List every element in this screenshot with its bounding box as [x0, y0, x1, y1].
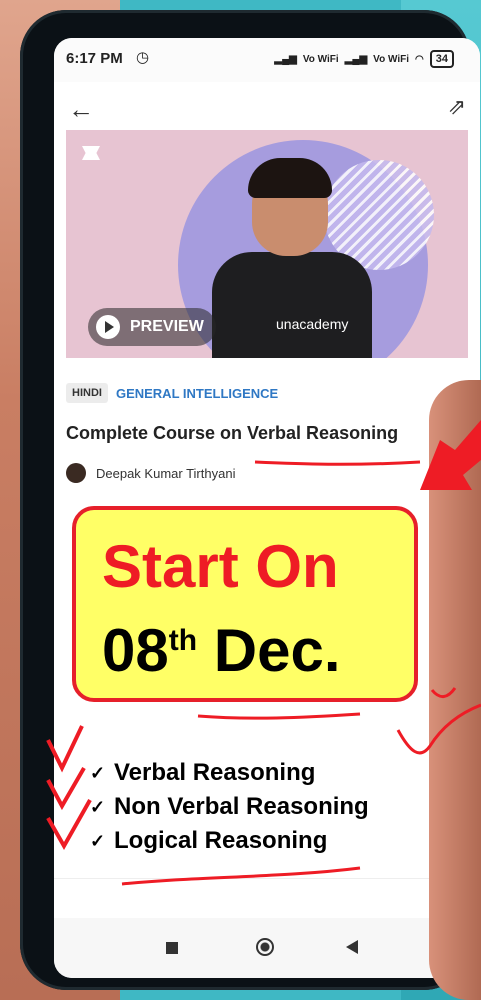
check-icon: ✓ [90, 796, 106, 817]
topic-list: ✓ Verbal Reasoning ✓ Non Verbal Reasonin… [90, 756, 369, 858]
unacademy-logo-icon [82, 146, 100, 160]
topic-label: Logical Reasoning [114, 827, 328, 854]
phone-frame: 6:17 PM ◷ ▂▄▆ Vo WiFi ▂▄▆ Vo WiFi ◠ 34 ←… [20, 10, 480, 990]
topic-label: Verbal Reasoning [114, 759, 316, 786]
volte-label-2: Vo WiFi [373, 53, 410, 65]
home-icon[interactable] [256, 938, 274, 956]
promo-day-suffix: th [168, 624, 198, 657]
course-title: Complete Course on Verbal Reasoning [66, 423, 399, 443]
alarm-icon: ◷ [136, 49, 150, 66]
language-tag: HINDI [66, 383, 108, 403]
promo-day: 08 [102, 617, 169, 684]
status-bar: 6:17 PM ◷ ▂▄▆ Vo WiFi ▂▄▆ Vo WiFi ◠ 34 [54, 38, 480, 82]
educator-row[interactable]: Deepak Kumar Tirthyani [66, 463, 235, 483]
category-link[interactable]: GENERAL INTELLIGENCE [116, 386, 278, 401]
educator-name: Deepak Kumar Tirthyani [96, 465, 236, 481]
tshirt-brand: unacademy [276, 316, 349, 332]
signal-icon-2: ▂▄▆ [344, 53, 368, 65]
status-time: 6:17 PM [66, 50, 123, 67]
wifi-icon: ◠ [415, 53, 424, 65]
signal-icon: ▂▄▆ [274, 53, 297, 65]
course-tags: HINDI GENERAL INTELLIGENCE [66, 383, 278, 403]
battery-indicator: 34 [429, 50, 454, 68]
course-thumbnail[interactable]: unacademy PREVIEW [66, 130, 468, 358]
check-icon: ✓ [90, 830, 106, 851]
topic-label: Non Verbal Reasoning [114, 793, 369, 820]
system-nav-bar [54, 918, 480, 978]
recents-icon[interactable] [166, 942, 178, 954]
app-screen: 6:17 PM ◷ ▂▄▆ Vo WiFi ▂▄▆ Vo WiFi ◠ 34 ←… [54, 38, 480, 978]
back-icon[interactable] [346, 940, 358, 954]
promo-month: Dec. [197, 617, 341, 684]
background-hand-right [429, 380, 481, 1000]
promo-line-1: Start On [102, 533, 339, 600]
signal-indicators: ▂▄▆ Vo WiFi ▂▄▆ Vo WiFi ◠ 34 [274, 50, 454, 68]
list-item: ✓ Logical Reasoning [90, 824, 369, 858]
preview-button[interactable]: PREVIEW [88, 308, 216, 346]
educator-photo-body [212, 252, 372, 358]
start-date-banner: Start On 08th Dec. [72, 506, 418, 702]
list-item: ✓ Verbal Reasoning [90, 756, 369, 790]
play-icon [96, 315, 120, 339]
list-item: ✓ Non Verbal Reasoning [90, 790, 369, 824]
share-icon[interactable]: ⇗ [448, 94, 466, 120]
check-icon: ✓ [90, 762, 106, 783]
volte-label: Vo WiFi [302, 53, 339, 65]
divider [54, 878, 480, 879]
preview-label: PREVIEW [130, 318, 204, 335]
promo-line-2: 08th Dec. [102, 616, 341, 685]
avatar [66, 463, 86, 483]
arrow-left-icon[interactable]: ← [68, 94, 94, 125]
educator-photo-hair [248, 158, 332, 198]
